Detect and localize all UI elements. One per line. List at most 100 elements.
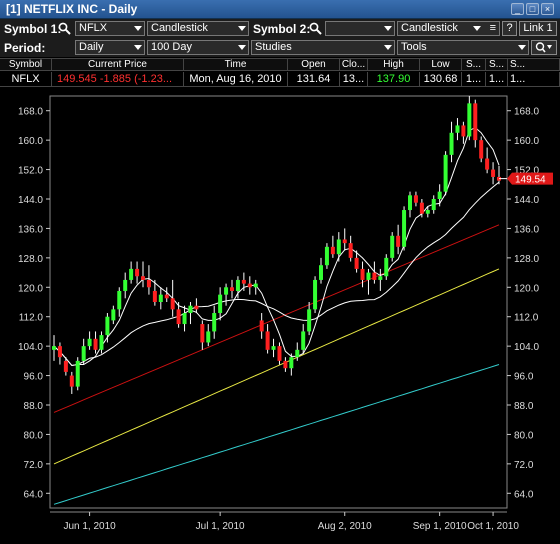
candlestick-chart[interactable]: 168.0 168.0160.0 160.0152.0 152.0144.0 144.0…: [0, 88, 560, 544]
candle-body: [348, 243, 353, 258]
y-tick-label-right: 88.0: [514, 401, 534, 412]
y-tick-label-right: 80.0: [514, 430, 534, 441]
symbol2-input[interactable]: [325, 21, 395, 36]
zoom-icon[interactable]: [531, 40, 557, 55]
col-symbol[interactable]: Symbol: [0, 59, 52, 70]
symbol-toolbar: Symbol 1: NFLX Candlestick Symbol 2: Can…: [0, 19, 560, 38]
y-tick-label-right: 136.0: [514, 224, 539, 235]
period-value: Daily: [79, 41, 104, 53]
menu-lines-icon[interactable]: ≡: [490, 22, 496, 35]
candle-body: [57, 346, 62, 358]
candle-body: [224, 287, 229, 295]
candle-body: [307, 309, 312, 332]
candle-body: [449, 132, 454, 155]
candle-body: [324, 246, 329, 266]
candle-body: [200, 324, 205, 343]
y-tick-label-right: 128.0: [514, 254, 539, 265]
quote-row[interactable]: NFLX 149.545 -1.885 (-1.23... Mon, Aug 1…: [0, 72, 560, 87]
candle-body: [69, 375, 74, 387]
candle-body: [437, 191, 442, 199]
candle-body: [443, 154, 448, 192]
y-tick-label-left: 96.0: [24, 372, 44, 383]
studies-value: Studies: [255, 41, 292, 53]
period-toolbar: Period: Daily 100 Day Studies Tools: [0, 38, 560, 57]
close-icon[interactable]: ×: [541, 3, 554, 15]
range-select[interactable]: 100 Day: [147, 40, 249, 55]
y-tick-label-right: 160.0: [514, 136, 539, 147]
current-price-label: 149.54: [515, 175, 546, 186]
candle-body: [81, 346, 86, 361]
chart-type1-select[interactable]: Candlestick: [147, 21, 249, 36]
col-s1[interactable]: S...: [462, 59, 486, 70]
candle-body: [87, 338, 92, 347]
candle-body: [271, 346, 276, 350]
x-tick-label: Sep 1, 2010: [413, 521, 467, 532]
x-tick-label: Oct 1, 2010: [467, 521, 519, 532]
col-low[interactable]: Low: [420, 59, 462, 70]
y-tick-label-right: 96.0: [514, 372, 534, 383]
candle-body: [170, 298, 175, 310]
window-title: [1] NETFLIX INC - Daily: [6, 2, 138, 16]
symbol1-value: NFLX: [79, 22, 108, 34]
chevron-down-icon: [473, 26, 481, 31]
candle-body: [235, 279, 240, 291]
chevron-down-icon: [518, 45, 526, 50]
y-tick-label-left: 128.0: [18, 254, 43, 265]
y-tick-label-left: 168.0: [18, 107, 43, 118]
help-button[interactable]: ?: [502, 21, 517, 36]
y-tick-label-right: 64.0: [514, 489, 534, 500]
candle-body: [319, 265, 323, 280]
ma-red-line: [53, 224, 500, 413]
y-tick-label-left: 88.0: [24, 401, 44, 412]
col-s3[interactable]: S...: [508, 59, 560, 70]
col-open[interactable]: Open: [288, 59, 340, 70]
y-tick-label-left: 152.0: [18, 166, 43, 177]
candle-body: [230, 287, 234, 291]
studies-select[interactable]: Studies: [251, 40, 395, 55]
y-tick-label-left: 80.0: [24, 430, 44, 441]
col-current-price[interactable]: Current Price: [52, 59, 184, 70]
candle-body: [491, 169, 496, 177]
y-tick-label-right: 120.0: [514, 283, 539, 294]
link-button[interactable]: Link 1: [519, 21, 557, 36]
maximize-icon[interactable]: □: [526, 3, 539, 15]
candle-body: [152, 290, 157, 302]
candle-body: [188, 305, 193, 314]
candle-body: [241, 279, 246, 284]
candle-body: [455, 125, 460, 133]
candle-body: [158, 294, 163, 302]
y-tick-label-left: 144.0: [18, 195, 43, 206]
y-tick-label-left: 104.0: [18, 342, 43, 353]
candle-body: [295, 349, 300, 358]
candle-body: [336, 239, 341, 255]
quote-change: -1.885: [99, 73, 132, 85]
y-tick-label-left: 136.0: [18, 224, 43, 235]
candle-body: [182, 313, 187, 325]
quote-high: 137.90: [368, 72, 420, 86]
candle-body: [129, 268, 134, 280]
symbol1-input[interactable]: NFLX: [75, 21, 145, 36]
search-icon[interactable]: [58, 22, 71, 35]
col-time[interactable]: Time: [184, 59, 288, 70]
window-titlebar: [1] NETFLIX INC - Daily _ □ ×: [0, 0, 560, 19]
candle-body: [289, 357, 294, 369]
minimize-icon[interactable]: _: [511, 3, 524, 15]
col-high[interactable]: High: [368, 59, 420, 70]
col-close[interactable]: Clo...: [340, 59, 368, 70]
chart-type2-select[interactable]: Candlestick ≡: [397, 21, 500, 36]
tools-select[interactable]: Tools: [397, 40, 529, 55]
candle-body: [301, 331, 306, 350]
period-select[interactable]: Daily: [75, 40, 145, 55]
col-s2[interactable]: S...: [486, 59, 508, 70]
quote-s3: 1...: [508, 72, 560, 86]
chart-type2-value: Candlestick: [401, 22, 458, 34]
candle-body: [111, 309, 116, 321]
candle-body: [408, 195, 412, 211]
quote-s2: 1...: [486, 72, 508, 86]
candle-body: [396, 235, 401, 247]
price-chart[interactable]: 168.0 168.0 160.0 160.0 152.0 152.0 144.0 144.0…: [0, 88, 560, 544]
tools-value: Tools: [401, 41, 427, 53]
candle-body: [75, 360, 80, 387]
search-icon[interactable]: [309, 22, 322, 35]
candle-body: [247, 283, 252, 288]
